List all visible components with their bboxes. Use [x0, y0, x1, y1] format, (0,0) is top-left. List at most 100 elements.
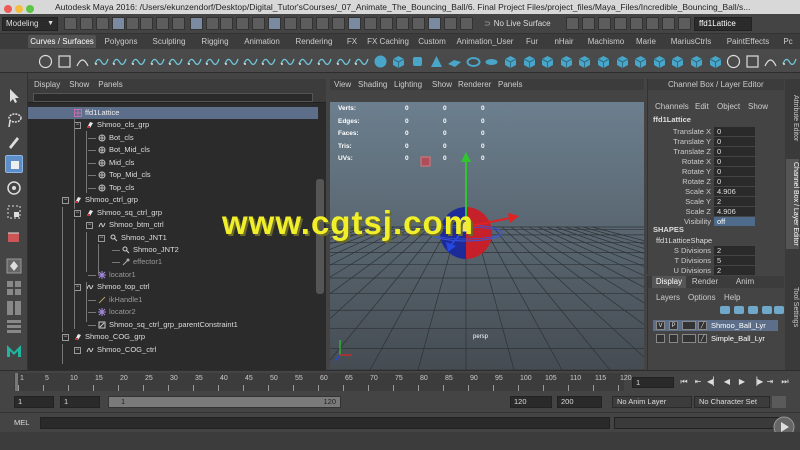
viewport-menu-item[interactable]: Renderer: [458, 79, 491, 90]
status-tool-icon[interactable]: [126, 17, 139, 30]
viewport-menu-item[interactable]: Lighting: [394, 79, 422, 90]
channel-attribute-value[interactable]: 4.906: [714, 207, 755, 216]
shelf-tab[interactable]: Pc: [778, 35, 798, 48]
outliner-menu-item[interactable]: Show: [69, 80, 89, 89]
move-tool-icon[interactable]: [5, 155, 23, 173]
layer-row[interactable]: ╱ Simple_Ball_Lyr: [653, 333, 778, 344]
channel-attribute-value[interactable]: 4.906: [714, 187, 755, 196]
shelf-tab[interactable]: nHair: [547, 35, 581, 48]
layer-editor-tab[interactable]: Render: [688, 276, 722, 288]
shelf-tab[interactable]: PaintEffects: [721, 35, 775, 48]
step-back-frame-icon[interactable]: ◀▏: [707, 376, 719, 388]
expand-toggle-icon[interactable]: −: [74, 346, 81, 354]
viewport-menu-item[interactable]: View: [334, 79, 351, 90]
shelf-tab[interactable]: Curves / Surfaces: [28, 35, 96, 48]
status-tool-icon[interactable]: [348, 17, 361, 30]
outliner-row[interactable]: − Shmoo_COG_ctrl: [28, 344, 318, 356]
expand-toggle-icon[interactable]: −: [86, 222, 93, 230]
shelf-tool-icon[interactable]: [57, 54, 72, 69]
layer-editor-menu-item[interactable]: Options: [688, 292, 716, 303]
shelf-tool-icon[interactable]: [726, 54, 741, 69]
shelf-tool-icon[interactable]: [708, 54, 723, 69]
four-pane-layout-icon[interactable]: [5, 279, 23, 297]
channel-attribute-value[interactable]: 0: [714, 137, 755, 146]
status-tool-icon[interactable]: [300, 17, 313, 30]
layer-editor-menu-item[interactable]: Help: [724, 292, 740, 303]
live-surface-field[interactable]: ⊃ No Live Surface: [484, 17, 559, 31]
scale-tool-icon[interactable]: [5, 203, 23, 221]
status-tool-icon[interactable]: [112, 17, 125, 30]
shape-attribute-row[interactable]: S Divisions 2: [648, 246, 785, 256]
shelf-tool-icon[interactable]: [447, 54, 462, 69]
channel-box-menu-item[interactable]: Object: [717, 101, 740, 112]
channel-attribute-value[interactable]: off: [714, 217, 755, 226]
shelf-tool-icon[interactable]: [298, 54, 314, 69]
shelf-tab[interactable]: Custom: [414, 35, 450, 48]
shape-attribute-row[interactable]: T Divisions 5: [648, 256, 785, 266]
shelf-tab[interactable]: Animation_User: [453, 35, 517, 48]
layer-tool-icon[interactable]: [748, 306, 758, 314]
outliner-row[interactable]: Top_cls: [28, 182, 318, 194]
channel-box-menu-item[interactable]: Show: [748, 101, 768, 112]
side-tab[interactable]: Tool Settings: [786, 257, 799, 357]
shelf-tool-icon[interactable]: [689, 54, 704, 69]
status-tool-icon[interactable]: [252, 17, 265, 30]
channel-attribute-row[interactable]: Scale Y2: [648, 197, 785, 207]
status-tool-icon[interactable]: [268, 17, 281, 30]
shelf-tool-icon[interactable]: [540, 54, 555, 69]
outliner-row[interactable]: Shmoo_JNT2: [28, 244, 318, 256]
status-tool-icon[interactable]: [316, 17, 329, 30]
step-forward-frame-icon[interactable]: ▕▶: [751, 376, 763, 388]
go-to-start-icon[interactable]: ⏮: [679, 376, 689, 388]
anim-prefs-icon[interactable]: [772, 396, 786, 408]
render-tool-icon[interactable]: [646, 17, 659, 30]
shelf-tab[interactable]: MariusCtrls: [664, 35, 718, 48]
render-tool-icon[interactable]: [582, 17, 595, 30]
expand-toggle-icon[interactable]: −: [74, 209, 81, 217]
status-tool-icon[interactable]: [96, 17, 109, 30]
shelf-tool-icon[interactable]: [670, 54, 685, 69]
anim-start-field[interactable]: 1: [60, 396, 100, 408]
status-tool-icon[interactable]: [460, 17, 473, 30]
shelf-tool-icon[interactable]: [168, 54, 183, 69]
shelf-tab[interactable]: Rigging: [195, 35, 235, 48]
step-forward-key-icon[interactable]: ⇥: [765, 376, 775, 388]
outliner-row[interactable]: Bot_Mid_cls: [28, 144, 318, 156]
shelf-tool-icon[interactable]: [652, 54, 667, 69]
layer-playback-toggle[interactable]: P: [669, 321, 678, 330]
shelf-tool-icon[interactable]: [205, 54, 221, 69]
status-tool-icon[interactable]: [156, 17, 169, 30]
outliner-row[interactable]: − Shmoo_top_ctrl: [28, 281, 318, 293]
render-tool-icon[interactable]: [614, 17, 627, 30]
shelf-tool-icon[interactable]: [224, 54, 239, 69]
last-tool-icon[interactable]: [5, 227, 23, 245]
status-tool-icon[interactable]: [412, 17, 425, 30]
viewport-menu-item[interactable]: Show: [432, 79, 452, 90]
menu-set-dropdown[interactable]: Modeling ▼: [2, 17, 58, 31]
outliner-row[interactable]: locator1: [28, 269, 318, 281]
shelf-tool-icon[interactable]: [242, 54, 258, 69]
shelf-tool-icon[interactable]: [577, 54, 592, 69]
status-tool-icon[interactable]: [444, 17, 457, 30]
shelf-tool-icon[interactable]: [429, 54, 444, 69]
playback-range-bar[interactable]: 1 120: [108, 396, 341, 408]
render-tool-icon[interactable]: [662, 17, 675, 30]
channel-attribute-row[interactable]: Translate Y0: [648, 137, 785, 147]
shelf-tool-icon[interactable]: [633, 54, 648, 69]
channel-attribute-row[interactable]: Rotate X0: [648, 157, 785, 167]
status-tool-icon[interactable]: [380, 17, 393, 30]
shape-attribute-row[interactable]: U Divisions 2: [648, 266, 785, 276]
shelf-tool-icon[interactable]: [94, 54, 109, 69]
zoom-window-icon[interactable]: [26, 5, 34, 13]
render-tool-icon[interactable]: [678, 17, 691, 30]
shelf-tab[interactable]: Machismo: [584, 35, 628, 48]
layer-color-swatch[interactable]: [682, 334, 696, 343]
status-tool-icon[interactable]: [236, 17, 249, 30]
shape-attribute-value[interactable]: 2: [714, 266, 755, 275]
two-pane-layout-icon[interactable]: [5, 299, 23, 317]
status-tool-icon[interactable]: [140, 17, 153, 30]
shelf-tool-icon[interactable]: [261, 54, 276, 69]
layer-visibility-toggle[interactable]: V: [656, 321, 665, 330]
shelf-tool-icon[interactable]: [131, 54, 146, 69]
outliner-row[interactable]: ikHandle1: [28, 294, 318, 306]
